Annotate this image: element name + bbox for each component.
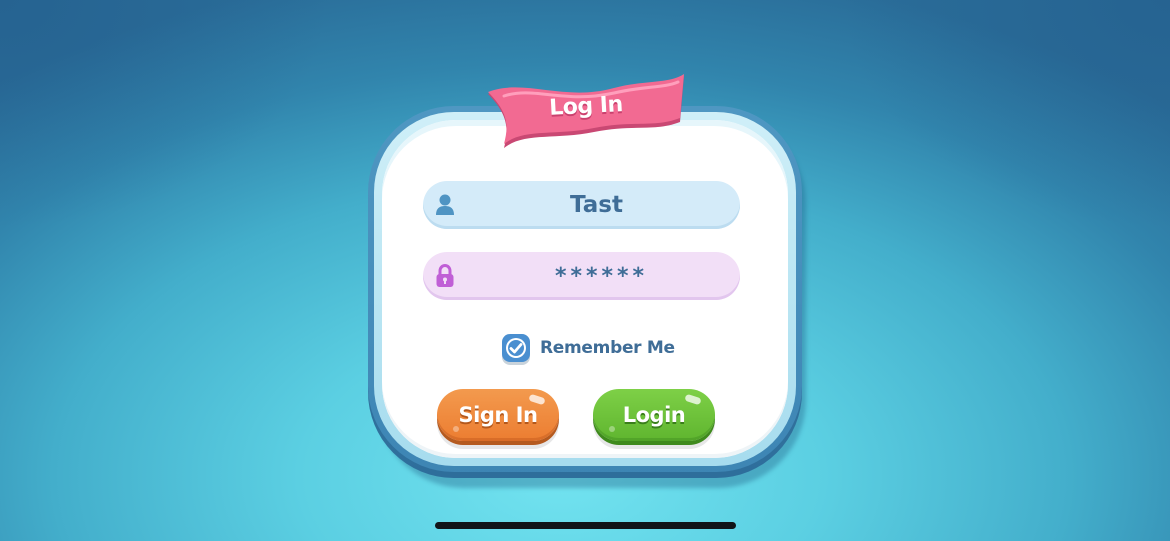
title-ribbon: Log In — [484, 74, 688, 150]
username-input[interactable]: Tast — [423, 181, 740, 229]
remember-me[interactable]: Remember Me — [502, 333, 675, 363]
sign-in-button[interactable]: Sign In — [437, 389, 559, 441]
password-value: ****** — [554, 263, 649, 289]
check-icon — [506, 338, 526, 358]
remember-me-label: Remember Me — [540, 338, 675, 358]
username-value: Tast — [570, 192, 623, 218]
sign-in-label: Sign In — [458, 403, 538, 427]
button-gloss — [684, 393, 702, 406]
user-icon — [434, 193, 456, 217]
lock-icon — [434, 263, 456, 288]
password-input[interactable]: ****** — [423, 252, 740, 300]
home-indicator[interactable] — [435, 522, 736, 529]
login-button[interactable]: Login — [593, 389, 715, 441]
remember-me-checkbox[interactable] — [502, 334, 530, 362]
login-label: Login — [622, 403, 686, 427]
button-gloss — [609, 426, 615, 432]
